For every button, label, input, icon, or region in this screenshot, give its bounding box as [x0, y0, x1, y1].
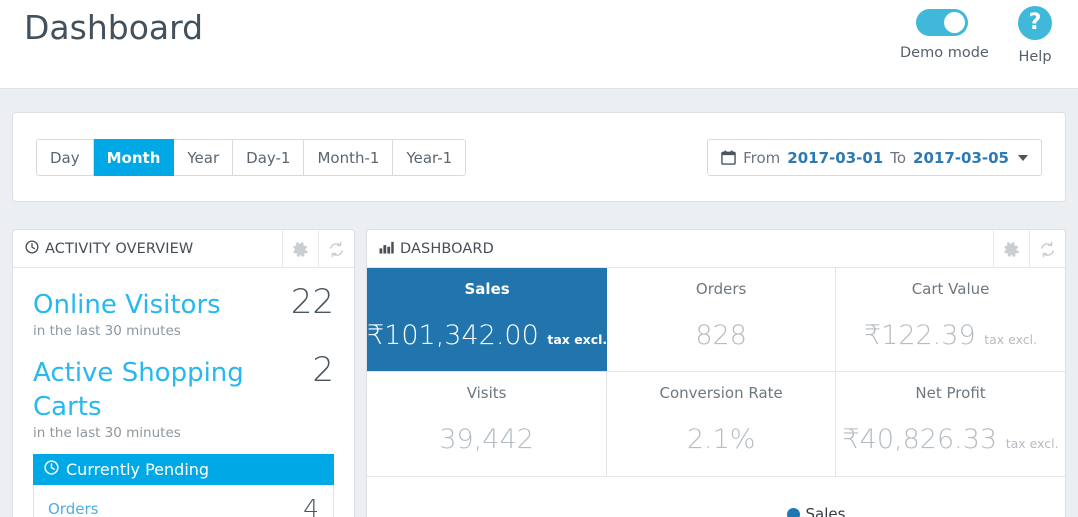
kpi-value-sales: ₹101,342.00 tax excl. [367, 320, 607, 351]
dashboard-panel-tools [993, 230, 1065, 268]
online-visitors-sublabel: in the last 30 minutes [33, 323, 181, 339]
period-button-year[interactable]: Year [174, 139, 234, 176]
date-from-label: From [743, 148, 781, 167]
currently-pending-title: Currently Pending [66, 460, 210, 479]
active-carts-value: 2 [312, 350, 334, 390]
chart-legend: Sales [567, 505, 1065, 517]
kpi-label-cart-value: Cart Value [911, 280, 990, 298]
kpi-suffix-cart-value: tax excl. [984, 332, 1038, 347]
page-title: Dashboard [24, 8, 204, 47]
activity-overview-panel: ACTIVITY OVERVIEW Online Visitors 22 in … [12, 229, 355, 517]
kpi-value-net-profit: ₹40,826.33 tax excl. [836, 424, 1065, 455]
pending-orders-value: 4 [303, 494, 319, 517]
kpi-label-visits: Visits [466, 384, 507, 402]
gear-icon[interactable] [282, 230, 318, 268]
online-visitors-label[interactable]: Online Visitors [33, 288, 221, 322]
kpi-value-conversion-rate: 2.1% [607, 424, 835, 455]
activity-panel-tools [282, 230, 354, 268]
top-header-bar: Dashboard Demo mode ? Help [0, 0, 1078, 89]
kpi-value-orders: 828 [607, 320, 835, 351]
period-button-month[interactable]: Month [93, 139, 175, 176]
clock-icon [44, 460, 59, 479]
period-button-day[interactable]: Day [36, 139, 94, 176]
kpi-label-net-profit: Net Profit [915, 384, 986, 402]
kpi-tile-visits[interactable]: Visits 39,442 [367, 372, 608, 476]
kpi-suffix-net-profit: tax excl. [1005, 436, 1059, 451]
kpi-value-cart-value-amount: ₹122.39 [863, 320, 976, 351]
activity-stat-online-visitors: Online Visitors 22 in the last 30 minute… [33, 284, 334, 339]
kpi-tile-cart-value[interactable]: Cart Value ₹122.39 tax excl. [836, 268, 1065, 372]
clock-icon [25, 239, 39, 258]
kpi-value-net-profit-amount: ₹40,826.33 [842, 424, 998, 455]
toggle-knob-icon [944, 12, 965, 33]
activity-panel-title: ACTIVITY OVERVIEW [45, 240, 194, 257]
chevron-down-icon[interactable] [1018, 154, 1028, 161]
activity-panel-header: ACTIVITY OVERVIEW [13, 230, 354, 268]
activity-stats-body: Online Visitors 22 in the last 30 minute… [13, 268, 354, 517]
kpi-suffix-sales: tax excl. [547, 332, 608, 347]
activity-panel-title-group: ACTIVITY OVERVIEW [13, 239, 194, 258]
active-carts-label[interactable]: Active Shopping Carts [33, 356, 312, 424]
date-from-value: 2017-03-01 [787, 148, 884, 167]
date-range-picker[interactable]: From 2017-03-01 To 2017-03-05 [707, 139, 1042, 176]
date-to-value: 2017-03-05 [913, 148, 1009, 167]
kpi-tile-orders[interactable]: Orders 828 [607, 268, 837, 372]
kpi-label-orders: Orders [695, 280, 747, 298]
filter-panel: Day Month Year Day-1 Month-1 Year-1 From… [12, 112, 1066, 202]
kpi-tile-grid: Sales ₹101,342.00 tax excl. Orders 828 C… [367, 268, 1065, 477]
activity-stat-active-carts: Active Shopping Carts 2 in the last 30 m… [33, 352, 334, 441]
period-button-day-1[interactable]: Day-1 [233, 139, 305, 176]
online-visitors-value: 22 [290, 282, 334, 322]
refresh-icon[interactable] [1029, 230, 1065, 268]
dashboard-panel: DASHBOARD Sales ₹101,342.00 tax excl. Or… [366, 229, 1066, 517]
pending-items-list: Orders 4 [33, 485, 334, 517]
currently-pending-header: Currently Pending [33, 454, 334, 485]
dashboard-panel-title: DASHBOARD [400, 240, 494, 257]
calendar-icon [721, 150, 736, 165]
active-carts-sublabel: in the last 30 minutes [33, 425, 181, 441]
kpi-value-cart-value: ₹122.39 tax excl. [836, 320, 1065, 351]
kpi-value-orders-amount: 828 [695, 320, 747, 351]
kpi-label-sales: Sales [464, 280, 510, 298]
list-item[interactable]: Orders 4 [34, 485, 333, 517]
kpi-tile-conversion-rate[interactable]: Conversion Rate 2.1% [607, 372, 837, 476]
period-button-month-1[interactable]: Month-1 [304, 139, 394, 176]
question-mark-icon[interactable]: ? [1018, 6, 1052, 40]
kpi-tile-sales[interactable]: Sales ₹101,342.00 tax excl. [367, 268, 608, 372]
header-actions: Demo mode ? Help [900, 6, 1064, 65]
gear-icon[interactable] [993, 230, 1029, 268]
kpi-label-conversion-rate: Conversion Rate [659, 384, 783, 402]
period-segmented-control[interactable]: Day Month Year Day-1 Month-1 Year-1 [36, 139, 467, 176]
dashboard-panel-header: DASHBOARD [367, 230, 1065, 268]
kpi-tile-net-profit[interactable]: Net Profit ₹40,826.33 tax excl. [836, 372, 1065, 476]
kpi-value-visits-amount: 39,442 [439, 424, 534, 455]
refresh-icon[interactable] [318, 230, 354, 268]
legend-label-sales[interactable]: Sales [806, 505, 846, 517]
bar-chart-icon [379, 240, 394, 258]
demo-mode-label: Demo mode [900, 45, 989, 61]
date-to-label: To [890, 148, 907, 167]
period-button-year-1[interactable]: Year-1 [393, 139, 467, 176]
kpi-value-conversion-rate-amount: 2.1% [686, 424, 756, 455]
help-label: Help [1018, 49, 1052, 65]
legend-marker-sales-icon [786, 507, 800, 517]
kpi-value-visits: 39,442 [367, 424, 606, 455]
pending-orders-label[interactable]: Orders [48, 500, 98, 517]
dashboard-panel-title-group: DASHBOARD [367, 240, 494, 258]
demo-mode-control: Demo mode [900, 6, 989, 61]
demo-mode-toggle[interactable] [916, 9, 968, 36]
help-control[interactable]: ? Help [1006, 6, 1064, 65]
kpi-value-sales-amount: ₹101,342.00 [367, 320, 539, 351]
